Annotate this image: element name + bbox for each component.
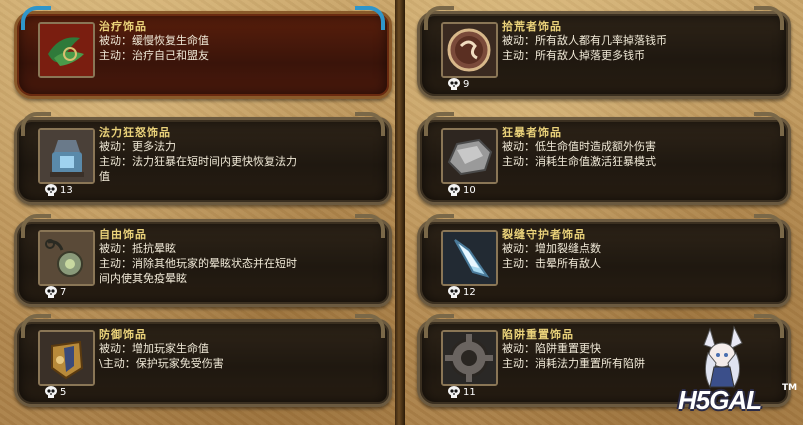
skull-currency-icon: [448, 286, 460, 298]
leaf-amulet-icon: [38, 22, 95, 78]
skull-currency-icon: [448, 386, 460, 398]
charm-passive: 被动：抵抗晕眩: [99, 242, 176, 255]
charm-cost-value: 11: [463, 386, 476, 398]
charm-cost: 11: [447, 386, 476, 398]
charm-cost: 7: [44, 286, 66, 298]
charm-cost: 9: [447, 78, 469, 90]
charm-cost: 12: [447, 286, 476, 298]
charm-active: 主动：消除其他玩家的晕眩状态并在短时: [99, 257, 297, 270]
charm-cost-value: 12: [463, 286, 476, 298]
charm-name: 法力狂怒饰品: [99, 126, 171, 139]
skull-currency-icon: [45, 286, 57, 298]
charm-passive: 被动：增加玩家生命值: [99, 342, 209, 355]
charm-cost: 5: [44, 386, 66, 398]
skull-currency-icon: [45, 386, 57, 398]
charm-cost: 10: [447, 184, 476, 196]
charm-passive: 被动：缓慢恢复生命值: [99, 34, 209, 47]
charm-active: 主动：击晕所有敌人: [502, 257, 601, 270]
charm-name: 自由饰品: [99, 228, 147, 241]
charm-passive: 被动：增加裂缝点数: [502, 242, 601, 255]
charm-name: 防御饰品: [99, 328, 147, 341]
gear-trap-icon: [441, 330, 498, 386]
charm-active-continued: 间内使其免疫晕眩: [99, 272, 187, 285]
charm-card-freedom[interactable]: 自由饰品 被动：抵抗晕眩主动：消除其他玩家的晕眩状态并在短时 间内使其免疫晕眩 7: [14, 214, 392, 307]
book-spine: [395, 0, 405, 425]
charm-passive: 被动：所有敌人都有几率掉落钱币: [502, 34, 667, 47]
charm-cost-value: 5: [60, 386, 67, 398]
charm-name: 拾荒者饰品: [502, 20, 562, 33]
coin-rune-icon: [441, 22, 498, 78]
charm-active: 主动：法力狂暴在短时间内更快恢复法力: [99, 155, 297, 168]
charm-name: 狂暴者饰品: [502, 126, 562, 139]
charm-active: 主动：消耗生命值激活狂暴模式: [502, 155, 656, 168]
skull-currency-icon: [45, 184, 57, 196]
charm-active: 主动：消耗法力重置所有陷阱: [502, 357, 645, 370]
charm-cost-value: 7: [60, 286, 67, 298]
charm-card-scavenger[interactable]: 拾荒者饰品 被动：所有敌人都有几率掉落钱币 主动：所有敌人掉落更多钱币 9: [417, 6, 791, 99]
charm-active-continued: 值: [99, 170, 110, 183]
charm-cost-value: 10: [463, 184, 476, 196]
charm-card-mana[interactable]: 法力狂怒饰品 被动：更多法力主动：法力狂暴在短时间内更快恢复法力值 13: [14, 112, 392, 205]
charm-card-rift[interactable]: 裂缝守护者饰品 被动：增加裂缝点数 主动：击晕所有敌人 12: [417, 214, 791, 307]
shield-amulet-icon: [38, 330, 95, 386]
charm-passive: 被动：陷阱重置更快: [502, 342, 601, 355]
charm-active: 主动：所有敌人掉落更多钱币: [502, 49, 645, 62]
charm-cost-value: 9: [463, 78, 470, 90]
rage-stone-icon: [441, 128, 498, 184]
charm-name: 治疗饰品: [99, 20, 147, 33]
crystal-shard-icon: [441, 230, 498, 286]
trademark-mark: TM: [782, 383, 798, 393]
charm-active: 主动：治疗自己和盟友: [99, 49, 209, 62]
skull-currency-icon: [448, 78, 460, 90]
charm-active: \主动：保护玩家免受伤害: [99, 357, 224, 370]
watermark-logo: H5GAL: [678, 385, 762, 415]
charm-card-defense[interactable]: 防御饰品 被动：增加玩家生命值 \主动：保护玩家免受伤害 5: [14, 314, 392, 407]
mascot-watermark-icon: [703, 325, 743, 389]
charm-cost: 13: [44, 184, 73, 196]
mana-lantern-icon: [38, 128, 95, 184]
charm-cost-value: 13: [60, 184, 73, 196]
charm-card-berserker[interactable]: 狂暴者饰品 被动：低生命值时造成额外伤害 主动：消耗生命值激活狂暴模式 10: [417, 112, 791, 205]
charm-card-heal[interactable]: 治疗饰品 被动：缓慢恢复生命值 主动：治疗自己和盟友: [14, 6, 392, 99]
skull-currency-icon: [448, 184, 460, 196]
freedom-pendant-icon: [38, 230, 95, 286]
charm-name: 陷阱重置饰品: [502, 328, 574, 341]
charm-name: 裂缝守护者饰品: [502, 228, 586, 241]
charm-passive: 被动：低生命值时造成额外伤害: [502, 140, 656, 153]
charm-passive: 被动：更多法力: [99, 140, 176, 153]
